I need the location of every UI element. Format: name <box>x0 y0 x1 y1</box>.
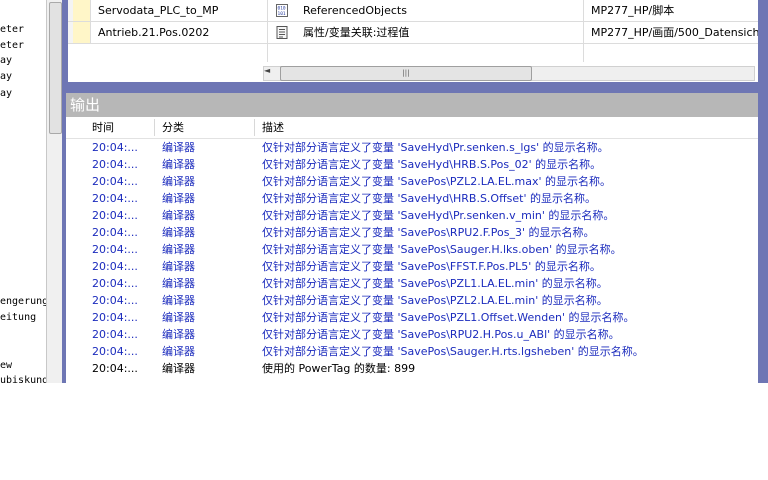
table-row[interactable]: Servodata_PLC_to_MP 010 101 ReferencedOb… <box>68 0 758 22</box>
list-item[interactable]: 20:04:... 编译器 仅针对部分语言定义了变量 'SavePos\PZL1.L… <box>66 275 758 292</box>
log-description: 仅针对部分语言定义了变量 'SavePos\Sauger.H.lks.oben'… <box>262 243 622 256</box>
log-category: 编译器 <box>162 345 195 358</box>
log-description: 使用的 PowerTag 的数量: 899 <box>262 362 416 375</box>
log-description: 仅针对部分语言定义了变量 'SaveHyd\HRB.S.Offset' 的显示名… <box>262 192 596 205</box>
document-icon <box>276 26 288 39</box>
log-category: 编译器 <box>162 226 195 239</box>
log-category: 编译器 <box>162 141 195 154</box>
log-time: 20:04:... <box>92 345 138 358</box>
tree-item[interactable]: eitung <box>0 312 36 324</box>
log-category: 编译器 <box>162 277 195 290</box>
log-time: 20:04:... <box>92 226 138 239</box>
column-divider <box>583 0 584 62</box>
table-row[interactable]: Antrieb.21.Pos.0202 属性/变量关联:过程值 MP277_HP… <box>68 22 758 44</box>
log-description: 仅针对部分语言定义了变量 'SavePos\FFST.F.Pos.PL5' 的显… <box>262 260 601 273</box>
log-description: 仅针对部分语言定义了变量 'SavePos\Sauger.H.rts.lgshe… <box>262 345 644 358</box>
list-item[interactable]: 20:04:... 编译器 仅针对部分语言定义了变量 'SavePos\PZL1.O… <box>66 309 758 326</box>
log-category: 编译器 <box>162 362 195 375</box>
grid-cell-name: Antrieb.21.Pos.0202 <box>98 26 210 39</box>
scrollbar-thumb[interactable]: ||| <box>280 66 532 81</box>
list-item[interactable]: 20:04:... 编译器 仅针对部分语言定义了变量 'SavePos\Sauger… <box>66 241 758 258</box>
log-description: 仅针对部分语言定义了变量 'SavePos\PZL2.LA.EL.max' 的显… <box>262 175 611 188</box>
column-header-time[interactable]: 时间 <box>92 117 114 138</box>
log-time: 20:04:... <box>92 192 138 205</box>
grid-horizontal-scrollbar[interactable]: ◄ ||| <box>68 62 758 82</box>
log-time: 20:04:... <box>92 260 138 273</box>
tree-item[interactable]: ay <box>0 71 12 83</box>
list-item[interactable]: 20:04:... 编译器 仅针对部分语言定义了变量 'SavePos\Sauger… <box>66 343 758 360</box>
svg-text:010: 010 <box>278 6 286 12</box>
tree-item[interactable]: ew <box>0 360 12 372</box>
log-description: 仅针对部分语言定义了变量 'SaveHyd\Pr.senken.s_lgs' 的… <box>262 141 609 154</box>
log-time: 20:04:... <box>92 243 138 256</box>
log-description: 仅针对部分语言定义了变量 'SaveHyd\HRB.S.Pos_02' 的显示名… <box>262 158 602 171</box>
grid-cell-path: MP277_HP/脚本 <box>591 4 675 17</box>
log-category: 编译器 <box>162 328 195 341</box>
output-panel-title: 输出 <box>66 93 758 117</box>
log-time: 20:04:... <box>92 362 138 375</box>
log-category: 编译器 <box>162 243 195 256</box>
grid-cell-name: Servodata_PLC_to_MP <box>98 4 219 17</box>
tree-item[interactable]: ay <box>0 55 12 67</box>
list-item[interactable]: 20:04:... 编译器 仅针对部分语言定义了变量 'SavePos\RPU2.H… <box>66 326 758 343</box>
column-divider[interactable] <box>254 119 255 136</box>
log-time: 20:04:... <box>92 209 138 222</box>
tree-item[interactable]: ay <box>0 88 12 100</box>
column-divider <box>267 0 268 62</box>
row-highlight <box>73 0 90 21</box>
column-header-category[interactable]: 分类 <box>162 117 184 138</box>
list-item[interactable]: 20:04:... 编译器 仅针对部分语言定义了变量 'SaveHyd\Pr.sen… <box>66 139 758 156</box>
list-item[interactable]: 20:04:... 编译器 仅针对部分语言定义了变量 'SavePos\RPU2.F… <box>66 224 758 241</box>
output-column-header: 时间 分类 描述 <box>66 117 758 139</box>
grid-cell-type: 属性/变量关联:过程值 <box>303 26 410 39</box>
column-header-description[interactable]: 描述 <box>262 117 284 138</box>
scroll-left-arrow-icon[interactable]: ◄ <box>264 66 270 75</box>
column-divider[interactable] <box>154 119 155 136</box>
grid-cell-type: ReferencedObjects <box>303 4 407 17</box>
log-time: 20:04:... <box>92 277 138 290</box>
project-tree-panel: eter eter ay ay ay engerung eitung ew ub… <box>0 0 46 383</box>
list-item[interactable]: 20:04:... 编译器 仅针对部分语言定义了变量 'SaveHyd\Pr.sen… <box>66 207 758 224</box>
list-item[interactable]: 20:04:... 编译器 仅针对部分语言定义了变量 'SaveHyd\HRB.S.… <box>66 190 758 207</box>
log-category: 编译器 <box>162 175 195 188</box>
list-item[interactable]: 20:04:... 编译器 使用的 PowerTag 的数量: 899 <box>66 360 758 377</box>
log-category: 编译器 <box>162 209 195 222</box>
list-item[interactable]: 20:04:... 编译器 仅针对部分语言定义了变量 'SavePos\FFST.F… <box>66 258 758 275</box>
log-category: 编译器 <box>162 294 195 307</box>
log-description: 仅针对部分语言定义了变量 'SavePos\RPU2.F.Pos_3' 的显示名… <box>262 226 595 239</box>
log-time: 20:04:... <box>92 141 138 154</box>
log-time: 20:04:... <box>92 311 138 324</box>
output-panel: 时间 分类 描述 20:04:... 编译器 仅针对部分语言定义了变量 'SaveH… <box>66 117 758 383</box>
log-time: 20:04:... <box>92 175 138 188</box>
binary-object-icon: 010 101 <box>276 4 288 17</box>
tree-vertical-scrollbar[interactable] <box>46 0 63 383</box>
grid-cell-path: MP277_HP/画面/500_Datensiche <box>591 26 758 39</box>
list-item[interactable]: 20:04:... 编译器 仅针对部分语言定义了变量 'SavePos\PZL2.L… <box>66 292 758 309</box>
log-time: 20:04:... <box>92 158 138 171</box>
tree-item[interactable]: eter <box>0 40 24 52</box>
log-category: 编译器 <box>162 260 195 273</box>
tree-item[interactable]: eter <box>0 24 24 36</box>
tree-item[interactable]: ubiskung <box>0 375 46 383</box>
log-description: 仅针对部分语言定义了变量 'SavePos\PZL1.Offset.Wenden… <box>262 311 635 324</box>
row-highlight <box>73 22 90 43</box>
log-time: 20:04:... <box>92 328 138 341</box>
log-description: 仅针对部分语言定义了变量 'SaveHyd\Pr.senken.v_min' 的… <box>262 209 615 222</box>
log-description: 仅针对部分语言定义了变量 'SavePos\PZL2.LA.EL.min' 的显… <box>262 294 608 307</box>
log-description: 仅针对部分语言定义了变量 'SavePos\RPU2.H.Pos.u_ABl' … <box>262 328 620 341</box>
list-item[interactable]: 20:04:... 编译器 仅针对部分语言定义了变量 'SaveHyd\HRB.S.… <box>66 156 758 173</box>
log-description: 仅针对部分语言定义了变量 'SavePos\PZL1.LA.EL.min' 的显… <box>262 277 608 290</box>
log-category: 编译器 <box>162 311 195 324</box>
tree-item[interactable]: engerung <box>0 296 46 308</box>
empty-area <box>0 383 768 480</box>
scrollbar-thumb[interactable] <box>49 2 62 134</box>
list-item[interactable]: 20:04:... 编译器 仅针对部分语言定义了变量 'SavePos\PZL2.L… <box>66 173 758 190</box>
log-time: 20:04:... <box>92 294 138 307</box>
log-category: 编译器 <box>162 158 195 171</box>
cross-reference-grid: Servodata_PLC_to_MP 010 101 ReferencedOb… <box>68 0 758 62</box>
svg-text:101: 101 <box>278 11 286 17</box>
log-category: 编译器 <box>162 192 195 205</box>
